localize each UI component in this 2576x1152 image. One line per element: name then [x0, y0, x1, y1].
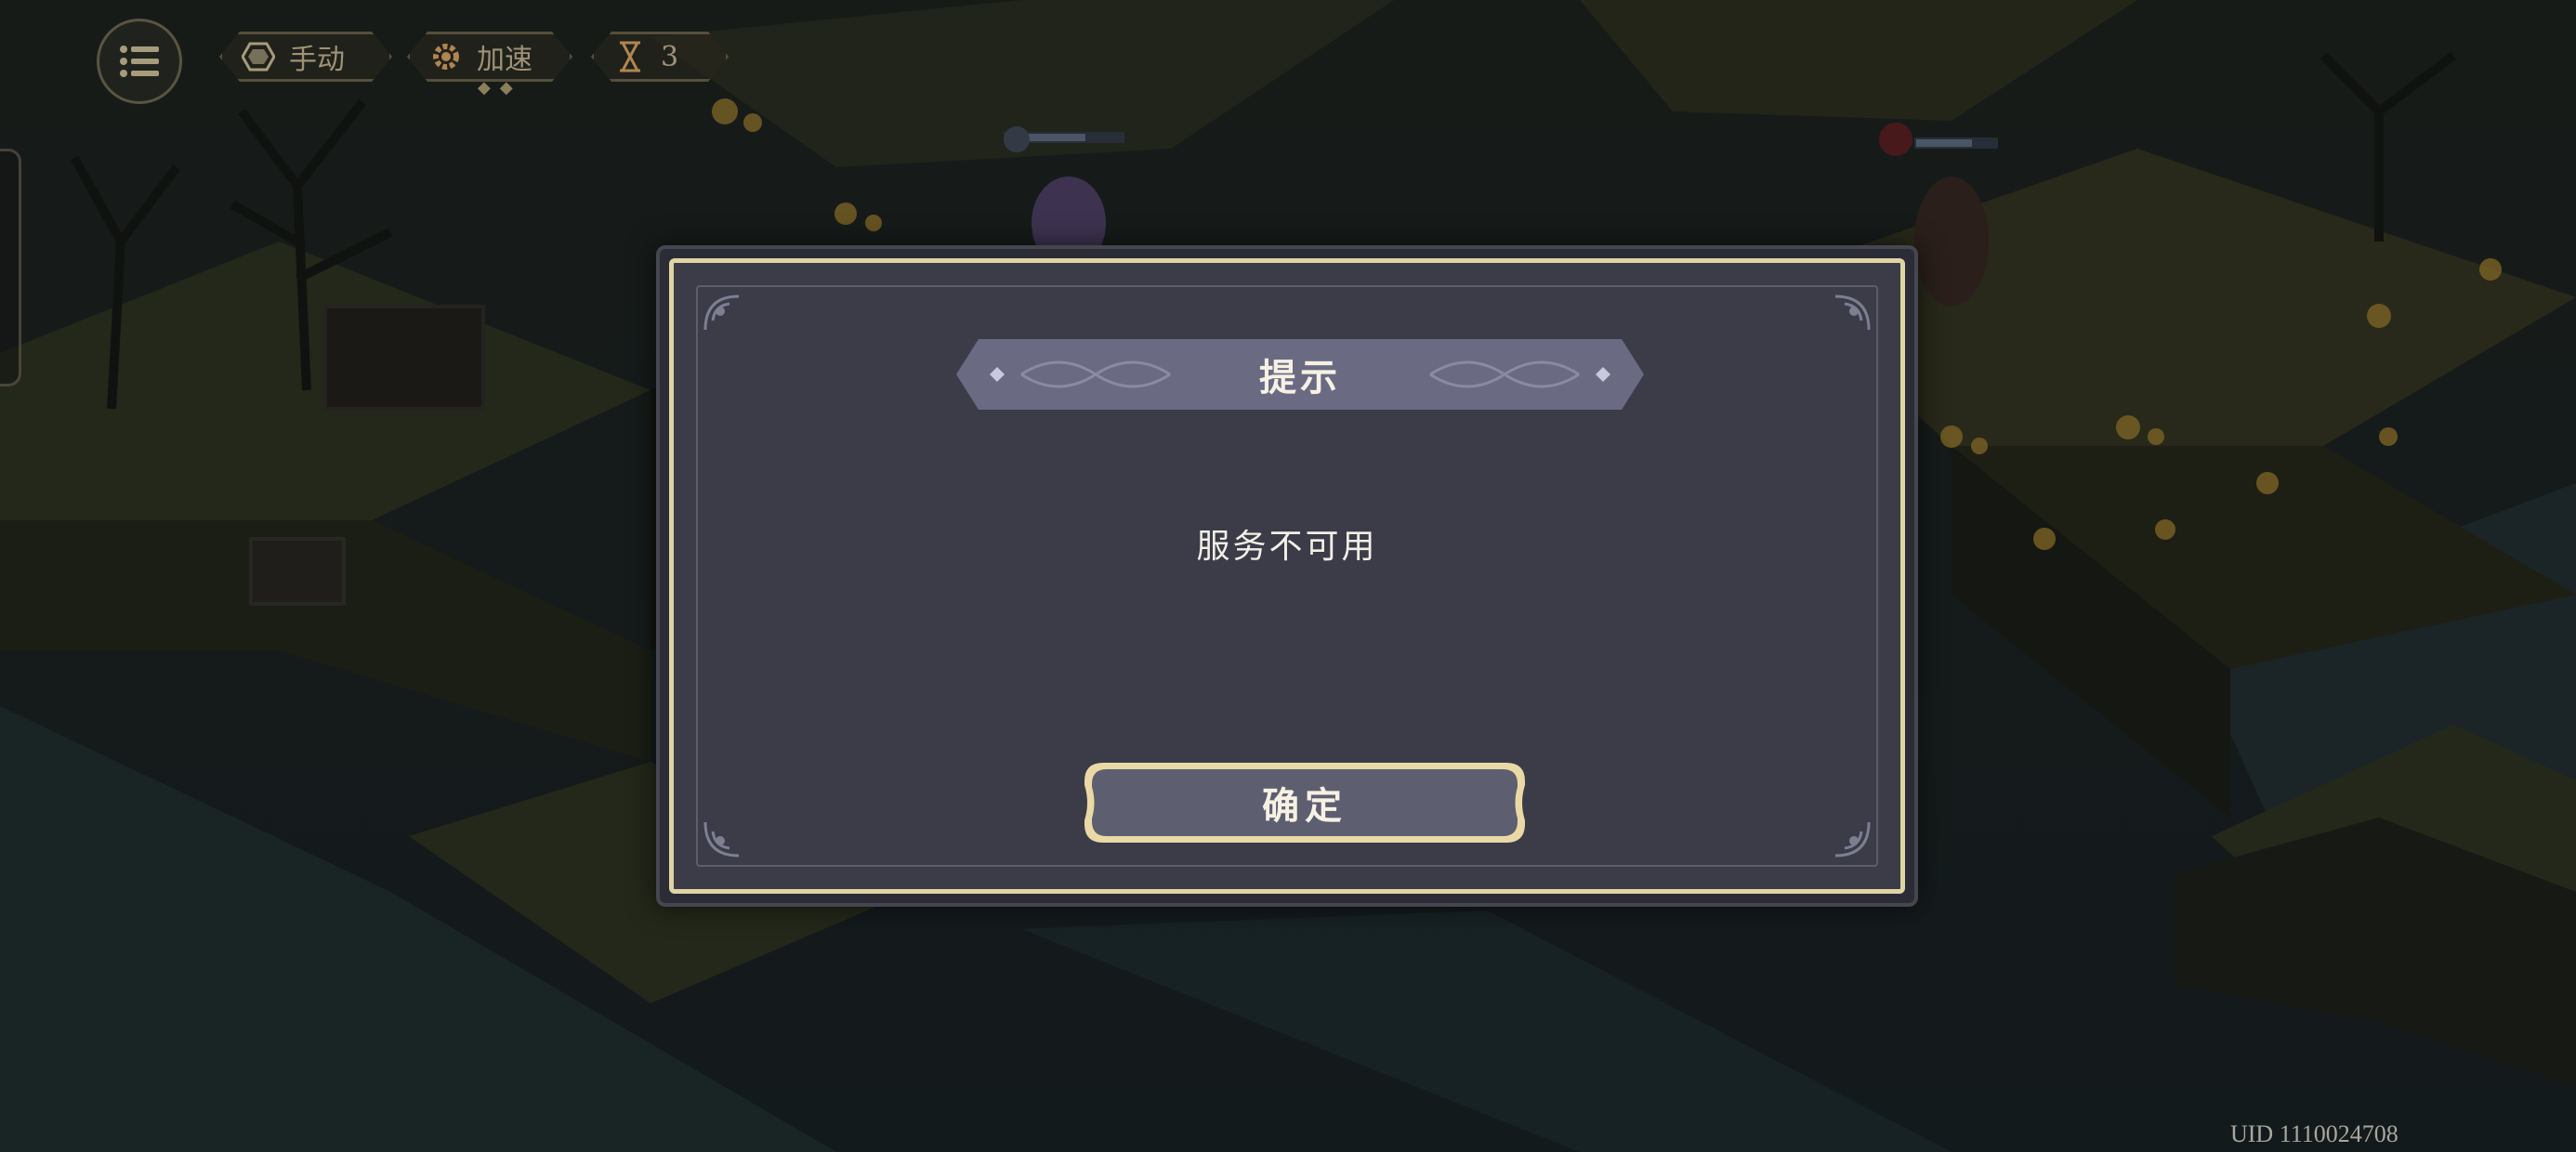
user-id-label: UID 1110024708	[2230, 1120, 2399, 1147]
hexagon-icon	[241, 39, 276, 74]
dialog-panel: 提示 服务不可用 确定	[669, 258, 1905, 894]
gear-icon	[428, 39, 464, 74]
speed-up-label: 加速	[477, 44, 532, 76]
menu-list-icon	[120, 46, 159, 77]
hourglass-icon	[612, 39, 648, 74]
dialog-title-banner: 提示	[956, 339, 1644, 410]
side-panel-tab[interactable]	[0, 149, 21, 386]
turn-count-value: 3	[661, 40, 679, 73]
manual-mode-button[interactable]: 手动	[219, 32, 392, 82]
alert-dialog: 提示 服务不可用 确定	[656, 245, 1918, 907]
dialog-title: 提示	[1259, 356, 1341, 399]
corner-ornament-icon	[1834, 295, 1871, 331]
corner-ornament-icon	[703, 295, 740, 331]
corner-ornament-icon	[703, 821, 740, 857]
manual-mode-label: 手动	[289, 44, 345, 76]
speed-up-button[interactable]: 加速	[407, 32, 572, 82]
confirm-button-label: 确定	[1262, 784, 1347, 828]
corner-ornament-icon	[1834, 821, 1871, 857]
speed-level-indicator: ◆◆	[478, 78, 522, 98]
turn-counter[interactable]: 3	[591, 32, 729, 82]
dialog-message: 服务不可用	[1196, 528, 1378, 566]
menu-button[interactable]	[97, 19, 182, 104]
confirm-button[interactable]: 确定	[1083, 761, 1527, 844]
